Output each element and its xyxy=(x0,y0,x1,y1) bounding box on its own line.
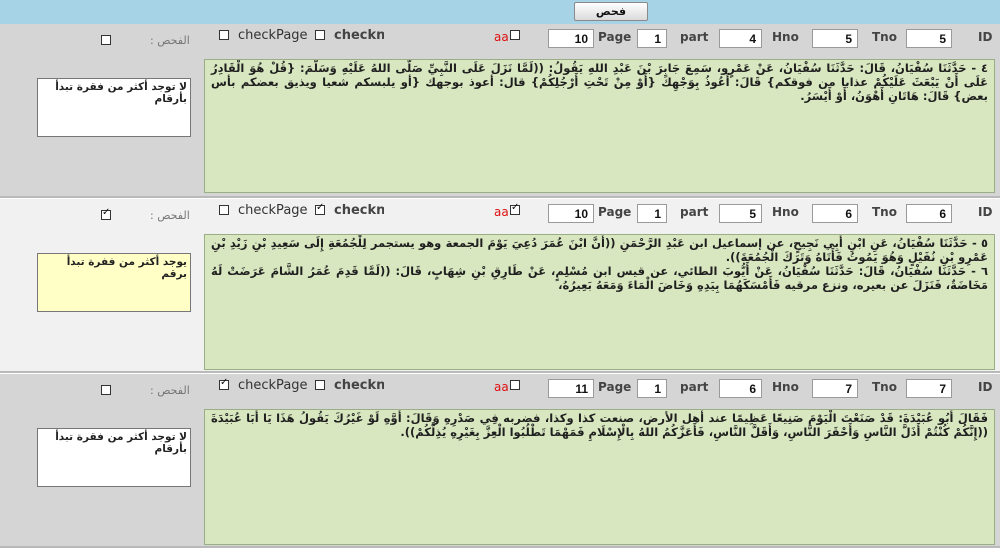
fahs-checkbox[interactable] xyxy=(101,207,111,220)
text-paragraph: ٤ - حَدَّثَنَا سُفْيَانُ، قَالَ: حَدَّثَ… xyxy=(211,61,988,103)
checknc-label: checknc xyxy=(334,378,384,393)
aa-checkbox[interactable] xyxy=(510,380,520,390)
fahs-label: الفحص : xyxy=(150,34,190,47)
tno-label: Tno xyxy=(872,30,897,44)
status-note: لا توجد أكثر من فقرة تبدأ بأرقام xyxy=(37,428,191,487)
record-row: checkPage checknc aa 11 Page 1 part 6 Hno 7 Tno 7 ID… xyxy=(0,374,1000,548)
fahs-label: الفحص : xyxy=(150,209,190,222)
id-label: ID xyxy=(978,380,993,394)
checkpage-label: checkPage xyxy=(238,378,308,393)
fahs-checkbox[interactable] xyxy=(101,385,111,395)
hno-input[interactable]: 6 xyxy=(719,379,762,398)
text-paragraph: ٥ - حَدَّثَنَا سُفْيَانُ، عَنِ ابْنِ أَب… xyxy=(211,236,988,264)
record-row: checkPage checknc aa 10 Page 1 part 5 Hno 6 Tno 6 ID… xyxy=(0,199,1000,373)
page-label: Page xyxy=(598,380,632,394)
aa-checkbox[interactable] xyxy=(510,30,520,40)
hadith-text-area[interactable]: فَقَالَ أَبُو عُبَيْدَةَ: قَدْ صَنَعْتَ … xyxy=(204,409,995,545)
hadith-text-area[interactable]: ٥ - حَدَّثَنَا سُفْيَانُ، عَنِ ابْنِ أَب… xyxy=(204,234,995,370)
page-input[interactable]: 11 xyxy=(548,379,594,398)
part-input[interactable]: 1 xyxy=(637,204,667,223)
tno-label: Tno xyxy=(872,380,897,394)
id-input[interactable]: 5 xyxy=(906,29,952,48)
hno-input[interactable]: 5 xyxy=(719,204,762,223)
text-paragraph: فَقَالَ أَبُو عُبَيْدَةَ: قَدْ صَنَعْتَ … xyxy=(211,411,988,439)
fahs-label: الفحص : xyxy=(150,384,190,397)
check-button[interactable]: فحص xyxy=(574,2,648,21)
id-label: ID xyxy=(978,30,993,44)
part-input[interactable]: 1 xyxy=(637,379,667,398)
tno-label: Tno xyxy=(872,205,897,219)
checknc-label: checknc xyxy=(334,28,384,43)
part-label: part xyxy=(680,205,709,219)
text-paragraph: ٦ - حَدَّثَنَا سُفْيَانُ، قَالَ: حَدَّثَ… xyxy=(211,264,988,292)
fahs-checkbox[interactable] xyxy=(101,35,111,45)
part-label: part xyxy=(680,380,709,394)
status-note: لا توجد أكثر من فقرة تبدأ بأرقام xyxy=(37,78,191,137)
tno-input[interactable]: 5 xyxy=(812,29,858,48)
checknc-checkbox[interactable] xyxy=(315,202,325,215)
hno-label: Hno xyxy=(772,380,799,394)
tno-input[interactable]: 7 xyxy=(812,379,858,398)
part-label: part xyxy=(680,30,709,44)
checkpage-checkbox[interactable] xyxy=(219,30,229,40)
checknc-label: checknc xyxy=(334,203,384,218)
checkpage-checkbox[interactable] xyxy=(219,377,229,390)
id-input[interactable]: 6 xyxy=(906,204,952,223)
checkpage-label: checkPage xyxy=(238,203,308,218)
tno-input[interactable]: 6 xyxy=(812,204,858,223)
status-note: يوجد أكثر من ففرة تبدأ برقم xyxy=(37,253,191,312)
hno-label: Hno xyxy=(772,30,799,44)
checknc-checkbox[interactable] xyxy=(315,30,325,40)
aa-checkbox[interactable] xyxy=(510,202,520,215)
hno-input[interactable]: 4 xyxy=(719,29,762,48)
top-toolbar: فحص xyxy=(0,0,1000,24)
record-row: checkPage checknc aa 10 Page 1 part 4 Hno 5 Tno 5 ID… xyxy=(0,24,1000,198)
aa-label: aa xyxy=(494,205,509,219)
aa-label: aa xyxy=(494,30,509,44)
hadith-text-area[interactable]: ٤ - حَدَّثَنَا سُفْيَانُ، قَالَ: حَدَّثَ… xyxy=(204,59,995,193)
checkpage-label: checkPage xyxy=(238,28,308,43)
checknc-checkbox[interactable] xyxy=(315,380,325,390)
page-input[interactable]: 10 xyxy=(548,204,594,223)
page-input[interactable]: 10 xyxy=(548,29,594,48)
hno-label: Hno xyxy=(772,205,799,219)
page-label: Page xyxy=(598,30,632,44)
aa-label: aa xyxy=(494,380,509,394)
checkpage-checkbox[interactable] xyxy=(219,205,229,215)
id-label: ID xyxy=(978,205,993,219)
page-label: Page xyxy=(598,205,632,219)
id-input[interactable]: 7 xyxy=(906,379,952,398)
part-input[interactable]: 1 xyxy=(637,29,667,48)
